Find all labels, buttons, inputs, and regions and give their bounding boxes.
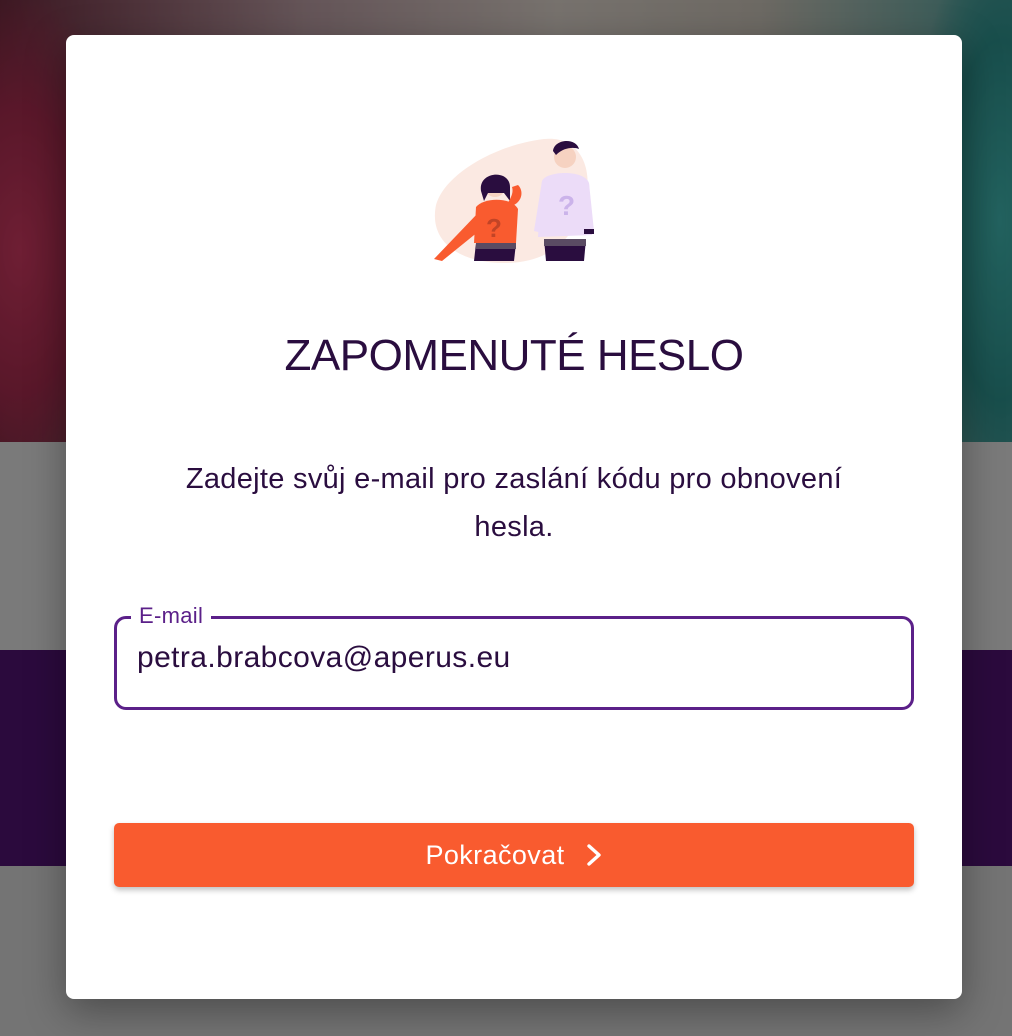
email-field-label: E-mail bbox=[131, 603, 212, 629]
svg-text:?: ? bbox=[558, 190, 575, 221]
svg-text:?: ? bbox=[486, 213, 502, 243]
continue-button[interactable]: Pokračovat bbox=[114, 823, 914, 887]
chevron-right-icon bbox=[586, 844, 601, 866]
confused-people-illustration-icon: ? ? bbox=[434, 138, 594, 263]
email-input[interactable] bbox=[137, 641, 877, 675]
continue-button-label: Pokračovat bbox=[425, 839, 565, 870]
dialog-description: Zadejte svůj e-mail pro zaslání kódu pro… bbox=[185, 463, 843, 543]
email-field[interactable]: E-mail bbox=[114, 603, 914, 710]
page: ? ? ZAPOMENUTÉ HESLO Zadejte svůj e-mail… bbox=[0, 0, 1012, 1036]
forgot-password-dialog: ? ? ZAPOMENUTÉ HESLO Zadejte svůj e-mail… bbox=[66, 35, 962, 999]
dialog-title: ZAPOMENUTÉ HESLO bbox=[284, 331, 744, 380]
